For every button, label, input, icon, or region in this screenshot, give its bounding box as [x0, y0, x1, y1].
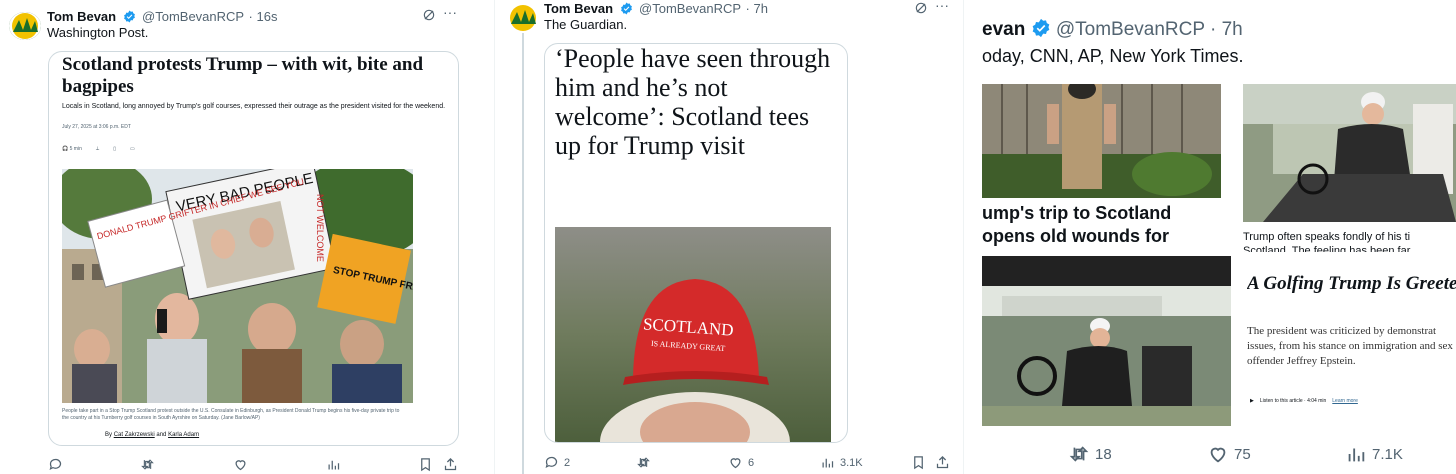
author-name[interactable]: Tom Bevan: [544, 1, 613, 16]
author-name[interactable]: Tom Bevan: [47, 9, 116, 24]
nyt-dek: The president was criticized by demonstr…: [1247, 325, 1453, 367]
reply-button[interactable]: 2: [544, 455, 570, 470]
photo-caption: People take part in a Stop Trump Scotlan…: [62, 408, 400, 421]
media-card[interactable]: Scotland protests Trump – with wit, bite…: [48, 51, 459, 446]
tweet-text: The Guardian.: [544, 17, 628, 32]
like-button[interactable]: 75: [1207, 443, 1251, 465]
ap-caption-line: Scotland. The feeling has been far: [1243, 245, 1411, 252]
media-grid[interactable]: ump's trip to Scotland opens old wounds …: [982, 84, 1456, 426]
cnn-photo: [982, 84, 1221, 198]
grok-icon[interactable]: [422, 8, 436, 27]
share-button[interactable]: [443, 457, 458, 472]
article-toolbar: 🎧 5 min ⟂ ▯ ▭: [62, 146, 135, 152]
article-dek: Locals in Scotland, long annoyed by Trum…: [62, 103, 446, 110]
repost-button[interactable]: [636, 455, 656, 470]
repost-count: 18: [1095, 445, 1112, 463]
repost-icon: [637, 457, 650, 468]
bookmark-button[interactable]: [911, 455, 926, 470]
author-handle[interactable]: @TomBevanRCP: [639, 1, 741, 16]
cnn-headline: ump's trip to Scotland opens old wounds …: [982, 202, 1221, 248]
grok-icon[interactable]: [914, 1, 928, 20]
byline-and: and: [156, 432, 167, 438]
post-time[interactable]: · 7h: [1210, 19, 1243, 40]
views-count: 3.1K: [840, 456, 863, 469]
play-icon[interactable]: ▶: [1250, 398, 1254, 404]
reply-icon: [545, 456, 558, 469]
views-count: 7.1K: [1372, 445, 1403, 463]
like-button[interactable]: [233, 457, 253, 472]
views-icon: [328, 460, 340, 470]
author-handle[interactable]: @TomBevanRCP: [142, 9, 244, 24]
tweet-text: Washington Post.: [47, 25, 149, 40]
repost-button[interactable]: [140, 457, 160, 472]
listen-button[interactable]: 🎧 5 min: [62, 146, 82, 152]
reply-icon: [49, 458, 62, 471]
golf-cart-photo: [982, 256, 1231, 426]
views-icon: [1348, 448, 1365, 462]
bookmark-icon[interactable]: ▯: [113, 146, 116, 152]
protest-photo: VERY BAD PEOPLE DONALD TRUMP GRIFTER IN …: [62, 169, 413, 403]
post-time[interactable]: · 7h: [746, 1, 768, 16]
gift-icon[interactable]: ⟂: [96, 146, 99, 152]
byline-prefix: By: [105, 432, 113, 438]
share-icon: [444, 457, 457, 471]
views-button[interactable]: 7.1K: [1345, 443, 1403, 465]
views-button[interactable]: [326, 457, 346, 472]
share-icon: [936, 455, 949, 469]
nyt-listen-bar[interactable]: ▶ Listen to this article · 4:04 min Lear…: [1250, 398, 1358, 404]
article-byline: By Cat Zakrzewski and Karla Adam: [105, 432, 199, 438]
comment-icon[interactable]: ▭: [130, 146, 135, 152]
like-count: 75: [1234, 445, 1251, 463]
article-date: July 27, 2025 at 3:06 p.m. EDT: [62, 124, 131, 130]
heart-icon: [235, 460, 246, 471]
tweet-header: evan @TomBevanRCP · 7h: [982, 18, 1243, 41]
tweet-header: Tom Bevan @TomBevanRCP · 16s: [47, 8, 277, 26]
protest-sign-text-4: NOT WELCOME: [315, 194, 325, 262]
post-time[interactable]: · 16s: [249, 9, 278, 24]
views-button[interactable]: 3.1K: [820, 455, 863, 470]
ap-caption-line: Trump often speaks fondly of his ti: [1243, 231, 1411, 243]
author-link[interactable]: Cat Zakrzewski: [114, 432, 155, 438]
avatar[interactable]: [9, 12, 41, 40]
more-options-icon[interactable]: ···: [443, 4, 457, 20]
hat-photo: SCOTLAND IS ALREADY GREAT: [555, 227, 831, 442]
author-name[interactable]: evan: [982, 19, 1025, 40]
panel-divider: [494, 0, 495, 474]
tweet-header: Tom Bevan @TomBevanRCP · 7h: [544, 0, 768, 18]
cnn-headline-line: ump's trip to Scotland: [982, 203, 1172, 223]
listen-label: Listen to this article · 4:04 min: [1259, 398, 1327, 404]
thread-line: [522, 33, 524, 474]
bookmark-button[interactable]: [418, 457, 433, 472]
panel-divider: [963, 0, 964, 474]
bookmark-icon: [914, 456, 923, 470]
cnn-headline-line: opens old wounds for: [982, 226, 1169, 246]
author-link[interactable]: Karla Adam: [168, 432, 199, 438]
nyt-headline: A Golfing Trump Is Greete Protesters in …: [1247, 273, 1456, 294]
views-icon: [822, 458, 834, 468]
reply-count: 2: [564, 456, 571, 469]
article-headline: Scotland protests Trump – with wit, bite…: [62, 54, 424, 97]
author-handle[interactable]: @TomBevanRCP: [1056, 19, 1205, 40]
ap-photo: [1243, 84, 1456, 222]
tweet-text: oday, CNN, AP, New York Times.: [982, 46, 1244, 66]
like-button[interactable]: 6: [728, 455, 754, 470]
reply-button[interactable]: [48, 457, 68, 472]
repost-icon: [1069, 446, 1089, 462]
media-card[interactable]: ‘People have seen through him and he’s n…: [544, 43, 848, 443]
heart-icon: [1210, 447, 1226, 463]
article-headline: ‘People have seen through him and he’s n…: [555, 44, 831, 160]
like-count: 6: [748, 456, 755, 469]
verified-badge-icon: [1031, 18, 1051, 38]
bookmark-icon: [421, 458, 430, 472]
repost-button[interactable]: 18: [1068, 443, 1112, 465]
ap-caption: Trump often speaks fondly of his ti Scot…: [1243, 230, 1456, 252]
heart-icon: [730, 458, 741, 469]
avatar[interactable]: [507, 4, 539, 32]
verified-badge-icon: [123, 10, 136, 23]
repost-icon: [141, 459, 154, 470]
more-options-icon[interactable]: ···: [935, 0, 949, 13]
learn-more-link[interactable]: Learn more: [1332, 398, 1358, 404]
verified-badge-icon: [620, 2, 633, 15]
share-button[interactable]: [935, 455, 950, 470]
